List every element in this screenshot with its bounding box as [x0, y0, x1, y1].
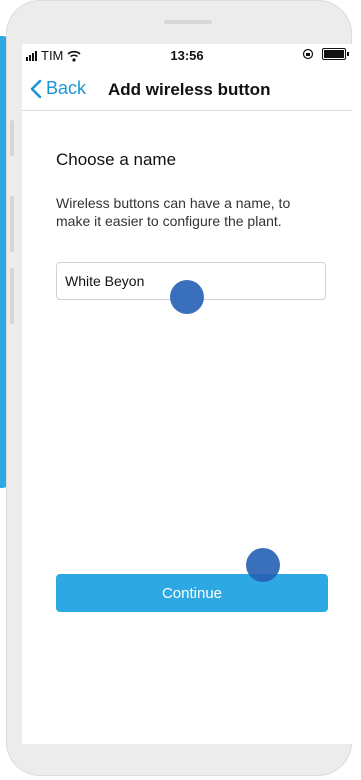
section-heading: Choose a name: [56, 150, 177, 169]
touch-indicator: [246, 548, 280, 582]
side-button: [10, 268, 14, 324]
back-button[interactable]: Back: [30, 78, 86, 99]
chevron-left-icon: [30, 79, 42, 98]
description-text: Wireless buttons can have a name, to mak…: [56, 195, 291, 229]
side-button: [10, 120, 14, 156]
side-button: [10, 196, 14, 252]
speaker-grille: [164, 20, 212, 24]
navigation-bar: Back Add wireless button: [22, 68, 352, 111]
app-screen: TIM 13:56 Back Add wireless button Choos…: [22, 44, 352, 744]
back-label: Back: [46, 78, 87, 98]
phone-frame: TIM 13:56 Back Add wireless button Choos…: [6, 0, 352, 776]
page-title: Add wireless button: [108, 80, 271, 99]
continue-button[interactable]: Continue: [56, 574, 328, 612]
rotation-lock-icon: [302, 48, 314, 60]
battery-icon: [322, 48, 349, 60]
status-bar: TIM 13:56: [22, 44, 352, 66]
touch-indicator: [170, 280, 204, 314]
